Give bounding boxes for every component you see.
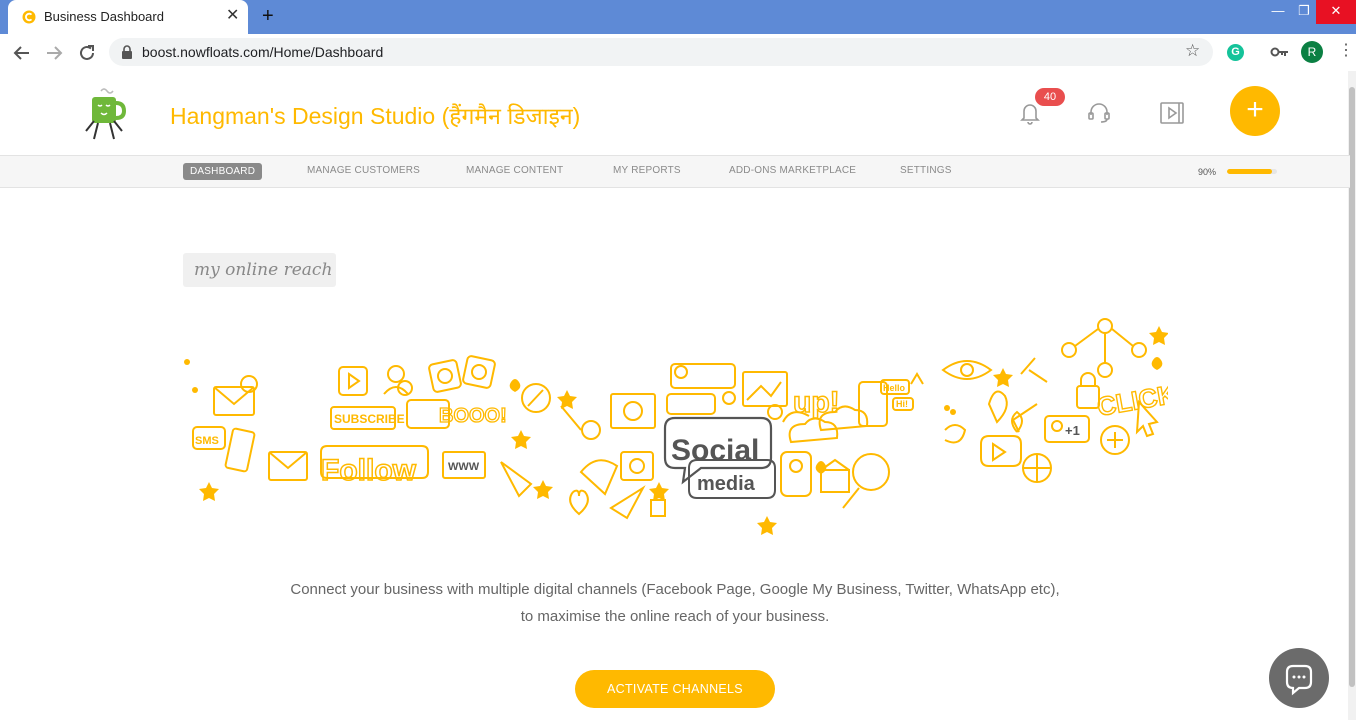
main-nav: DASHBOARD MANAGE CUSTOMERS MANAGE CONTEN… <box>0 155 1350 188</box>
banner-word: CLICK <box>1095 379 1168 422</box>
chat-bubble-icon <box>1285 664 1313 696</box>
profile-completion-label: 90% <box>1198 167 1217 177</box>
section-title-chip: my online reach <box>183 253 336 287</box>
new-tab-icon[interactable]: + <box>262 5 274 27</box>
profile-completion-fill <box>1227 169 1272 174</box>
app-header: Hangman's Design Studio (हैंगमैन डिजाइन)… <box>0 71 1348 155</box>
banner-word: +1 <box>1065 423 1080 438</box>
browser-tab[interactable]: Business Dashboard ✕ <box>8 0 248 34</box>
banner-word: up! <box>793 386 840 419</box>
notification-count-badge: 40 <box>1035 88 1065 106</box>
address-bar[interactable]: boost.nowfloats.com/Home/Dashboard ☆ <box>109 38 1213 66</box>
forward-arrow-icon[interactable] <box>43 42 65 64</box>
nav-item-my-reports[interactable]: MY REPORTS <box>613 165 681 176</box>
window-close-button[interactable]: ✕ <box>1316 0 1356 24</box>
profile-avatar[interactable]: R <box>1301 41 1323 63</box>
banner-word: Follow <box>321 454 417 487</box>
banner-word: media <box>697 473 756 495</box>
tab-close-icon[interactable]: ✕ <box>226 7 239 25</box>
description-line-2: to maximise the online reach of your bus… <box>520 608 830 625</box>
profile-completion-bar <box>1227 169 1277 174</box>
browser-tab-bar: Business Dashboard ✕ + — ❐ ✕ <box>0 0 1356 34</box>
banner-word: Hi! <box>896 399 908 409</box>
add-button[interactable]: + <box>1230 86 1280 136</box>
back-arrow-icon[interactable] <box>11 42 33 64</box>
nav-item-settings[interactable]: SETTINGS <box>900 165 952 176</box>
activate-channels-button[interactable]: ACTIVATE CHANNELS <box>575 670 775 708</box>
chat-widget-button[interactable] <box>1269 648 1329 708</box>
banner-word: Social <box>671 434 759 467</box>
nav-item-add-ons-marketplace[interactable]: ADD-ONS MARKETPLACE <box>729 165 856 176</box>
section-title: my online reach <box>194 260 333 280</box>
business-name: Hangman's Design Studio (हैंगमैन डिजाइन) <box>170 103 581 129</box>
bookmark-star-icon[interactable]: ☆ <box>1185 41 1200 61</box>
key-icon[interactable] <box>1270 43 1290 61</box>
nav-item-dashboard[interactable]: DASHBOARD <box>183 163 263 180</box>
lock-icon <box>122 45 132 59</box>
nav-item-manage-customers[interactable]: MANAGE CUSTOMERS <box>307 165 420 176</box>
banner-word: WWW <box>448 461 480 473</box>
support-headset-icon[interactable] <box>1086 100 1112 126</box>
social-media-doodle-banner: SMS SUBSCRIBE Follow BOOO! WWW Social me… <box>184 318 1168 535</box>
tab-title: Business Dashboard <box>44 9 164 24</box>
url-text: boost.nowfloats.com/Home/Dashboard <box>142 44 384 60</box>
business-logo <box>85 88 127 140</box>
description-line-1: Connect your business with multiple digi… <box>290 581 1060 598</box>
browser-menu-icon[interactable]: ⋮ <box>1338 41 1354 61</box>
grammarly-extension-icon[interactable]: G <box>1227 44 1244 61</box>
banner-word: SMS <box>195 435 219 447</box>
banner-word: SUBSCRIBE <box>334 412 405 426</box>
nav-item-manage-content[interactable]: MANAGE CONTENT <box>466 165 563 176</box>
reload-icon[interactable] <box>76 42 98 64</box>
banner-word: BOOO! <box>439 405 507 427</box>
nowfloats-favicon-icon <box>22 10 36 24</box>
banner-word: Hello <box>883 383 906 393</box>
browser-toolbar: boost.nowfloats.com/Home/Dashboard ☆ G R… <box>0 34 1356 72</box>
video-tutorial-icon[interactable] <box>1159 100 1185 126</box>
